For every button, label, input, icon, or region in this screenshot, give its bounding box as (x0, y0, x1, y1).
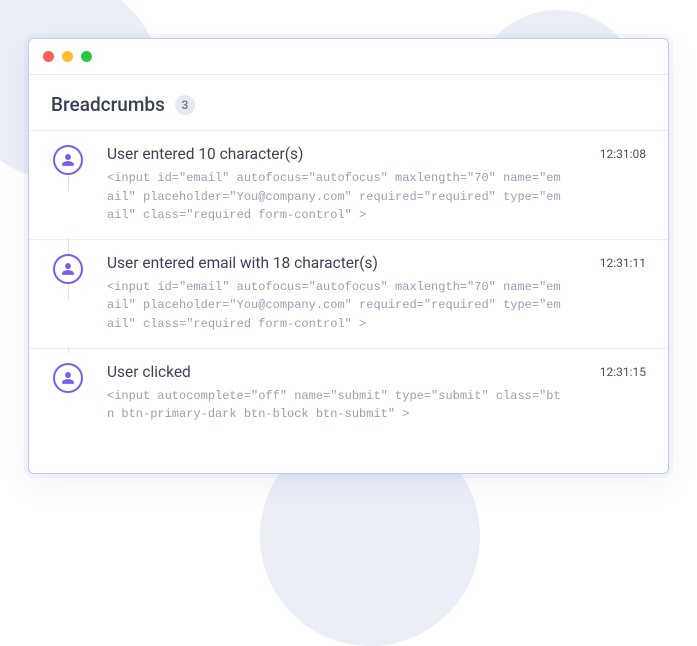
user-icon (53, 363, 83, 393)
user-icon (53, 254, 83, 284)
user-icon (53, 145, 83, 175)
breadcrumb-detail: <input autocomplete="off" name="submit" … (107, 387, 567, 424)
breadcrumb-detail: <input id="email" autofocus="autofocus" … (107, 278, 567, 334)
breadcrumb-title: User clicked (107, 363, 576, 381)
breadcrumb-content: User entered 10 character(s) <input id="… (107, 145, 576, 225)
timeline-icon-col (29, 363, 107, 393)
breadcrumb-title: User entered 10 character(s) (107, 145, 576, 163)
timeline-icon-col (29, 254, 107, 284)
breadcrumbs-window: Breadcrumbs 3 User entered 10 character(… (28, 38, 669, 474)
window-maximize-icon[interactable] (81, 51, 92, 62)
panel-header: Breadcrumbs 3 (29, 75, 668, 130)
breadcrumb-content: User clicked <input autocomplete="off" n… (107, 363, 576, 424)
breadcrumb-content: User entered email with 18 character(s) … (107, 254, 576, 334)
breadcrumb-list: User entered 10 character(s) <input id="… (29, 130, 668, 473)
breadcrumb-title: User entered email with 18 character(s) (107, 254, 576, 272)
window-minimize-icon[interactable] (62, 51, 73, 62)
breadcrumb-timestamp: 12:31:15 (576, 363, 646, 379)
breadcrumb-row[interactable]: User entered email with 18 character(s) … (29, 240, 668, 349)
window-close-icon[interactable] (43, 51, 54, 62)
breadcrumb-timestamp: 12:31:11 (576, 254, 646, 270)
window-titlebar (29, 39, 668, 75)
breadcrumb-row[interactable]: User clicked <input autocomplete="off" n… (29, 349, 668, 438)
breadcrumb-detail: <input id="email" autofocus="autofocus" … (107, 169, 567, 225)
breadcrumb-timestamp: 12:31:08 (576, 145, 646, 161)
breadcrumb-row[interactable]: User entered 10 character(s) <input id="… (29, 131, 668, 240)
count-badge: 3 (175, 95, 195, 115)
timeline-icon-col (29, 145, 107, 175)
page-title: Breadcrumbs (51, 93, 165, 116)
